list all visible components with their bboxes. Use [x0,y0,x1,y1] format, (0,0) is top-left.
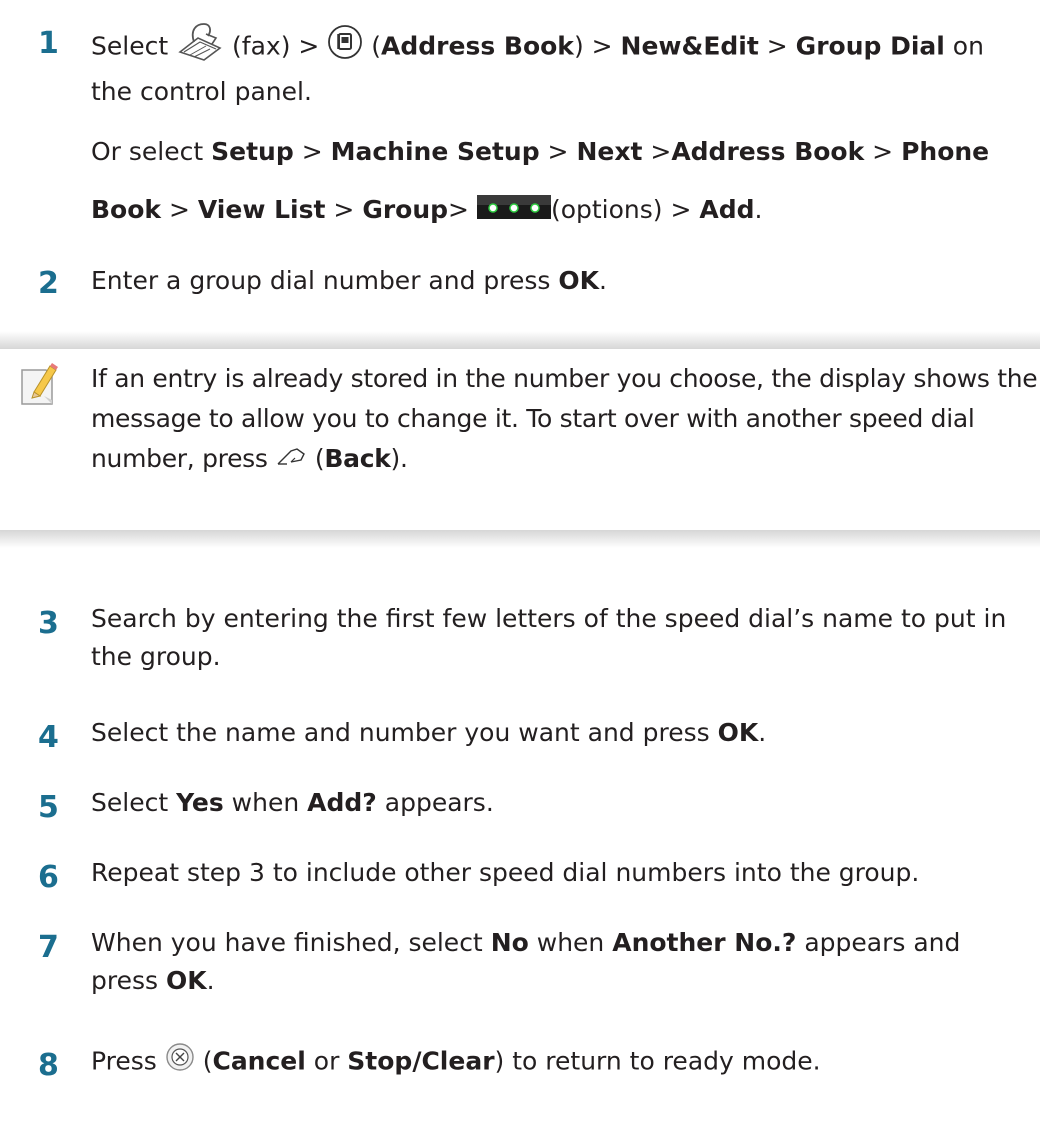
step-number: 5 [38,790,59,825]
step-text: Select Yes when Add? appears. [91,788,494,817]
step-text: Press (Cancel or Stop/Clear) to return t… [91,1042,1036,1083]
step-number: 1 [38,26,59,61]
fax-icon [176,22,224,73]
step-text: Enter a group dial number and press OK. [91,266,607,295]
step-number: 8 [38,1048,59,1083]
options-icon [476,192,551,230]
step-number: 2 [38,266,59,301]
back-icon [275,440,307,480]
note-pencil-icon [18,362,60,414]
step-number: 4 [38,720,59,755]
step-number: 6 [38,860,59,895]
step-number: 3 [38,606,59,641]
step-text: Repeat step 3 to include other speed dia… [91,858,920,887]
step-text: Search by entering the first few letters… [91,604,1007,671]
note-text: If an entry is already stored in the num… [91,359,1040,480]
address-book-icon [327,24,363,71]
step-text: When you have finished, select No when A… [91,928,961,995]
note-divider-bottom [0,530,1040,548]
step-number: 7 [38,930,59,965]
note-divider-top [0,331,1040,349]
step-text: Select (fax) > (Address Book) > New&Edit… [91,22,1036,230]
step-text: Select the name and number you want and … [91,718,767,747]
cancel-icon [165,1042,195,1083]
